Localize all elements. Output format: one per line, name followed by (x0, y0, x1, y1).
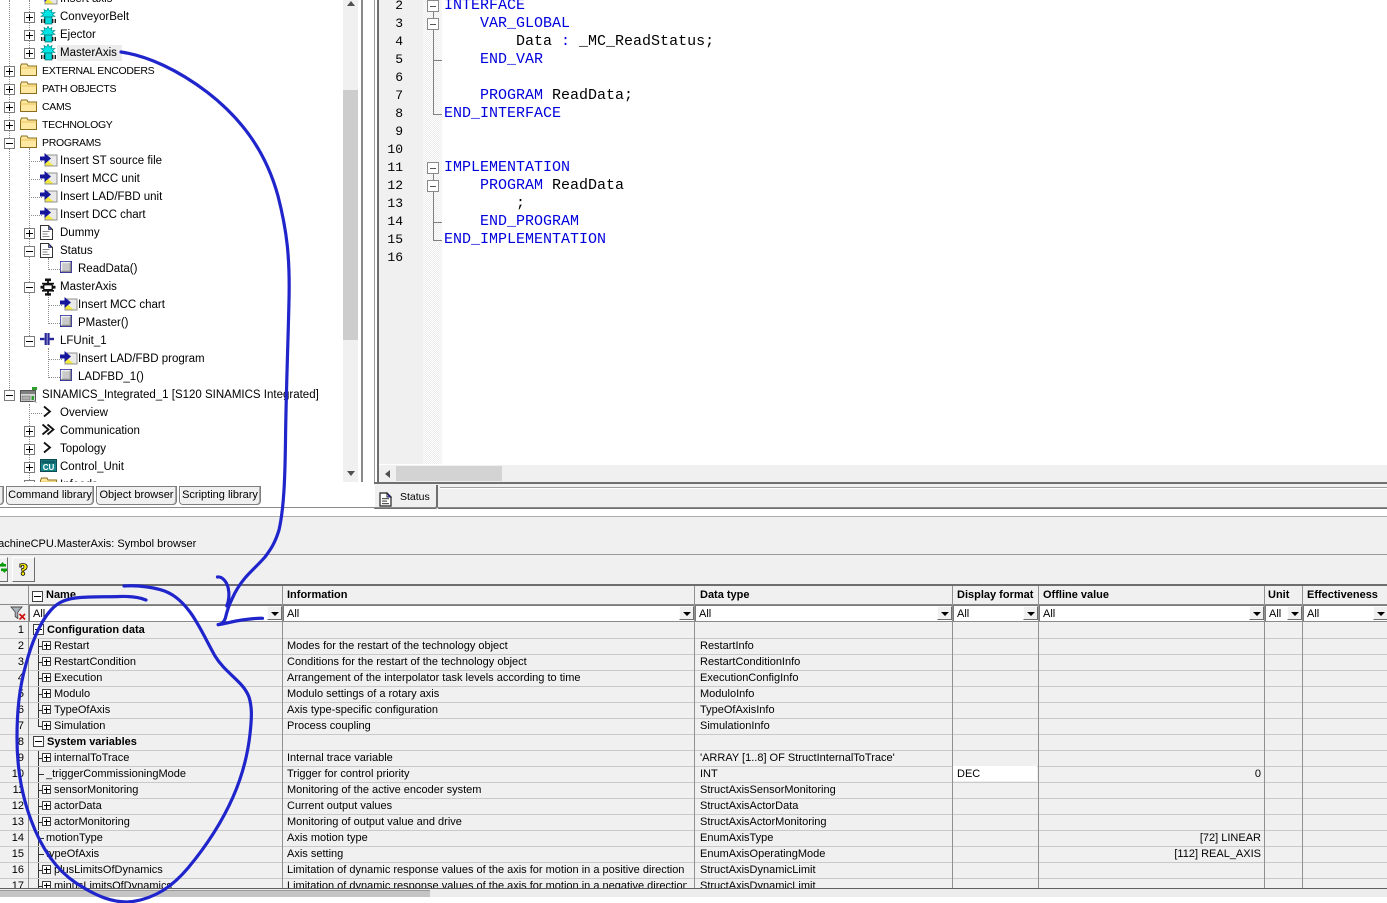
svg-text:CU: CU (43, 463, 55, 472)
svg-text:?: ? (19, 560, 28, 579)
